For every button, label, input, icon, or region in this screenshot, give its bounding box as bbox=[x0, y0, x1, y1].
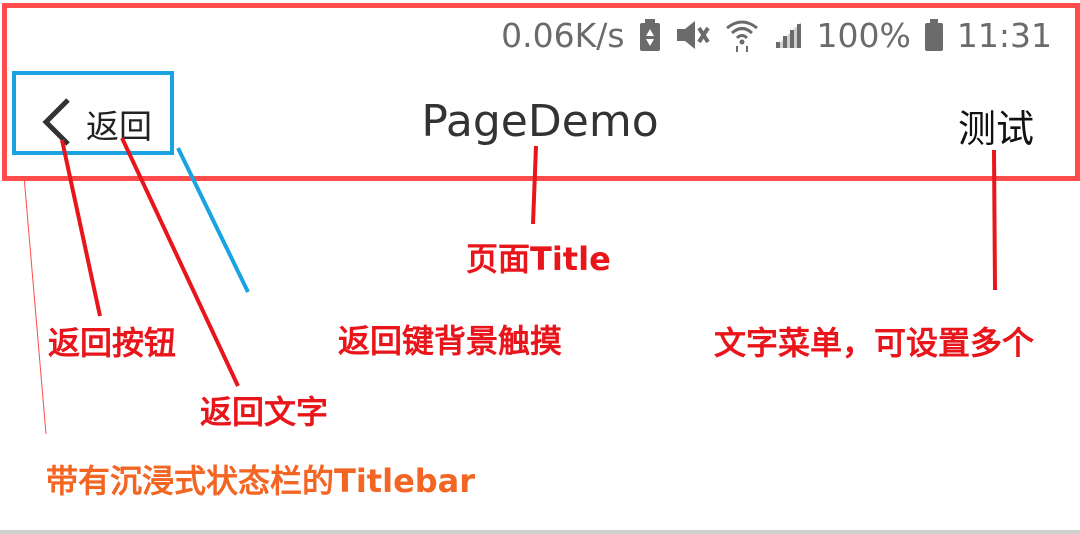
titlebar-pointer-line bbox=[23, 175, 47, 435]
annotation-menu: 文字菜单，可设置多个 bbox=[714, 324, 1035, 362]
annotation-page-title: 页面Title bbox=[466, 240, 611, 278]
menu-pointer-line bbox=[992, 149, 997, 291]
touch-area-pointer-line bbox=[176, 147, 250, 293]
annotation-back-button: 返回按钮 bbox=[48, 324, 177, 362]
bottom-divider bbox=[0, 530, 1080, 534]
annotation-titlebar: 带有沉浸式状态栏的Titlebar bbox=[46, 462, 476, 500]
annotation-back-text: 返回文字 bbox=[200, 393, 329, 431]
title-pointer-line bbox=[531, 145, 538, 225]
back-button-pointer-line bbox=[60, 139, 102, 317]
annotation-back-touch: 返回键背景触摸 bbox=[338, 322, 563, 360]
